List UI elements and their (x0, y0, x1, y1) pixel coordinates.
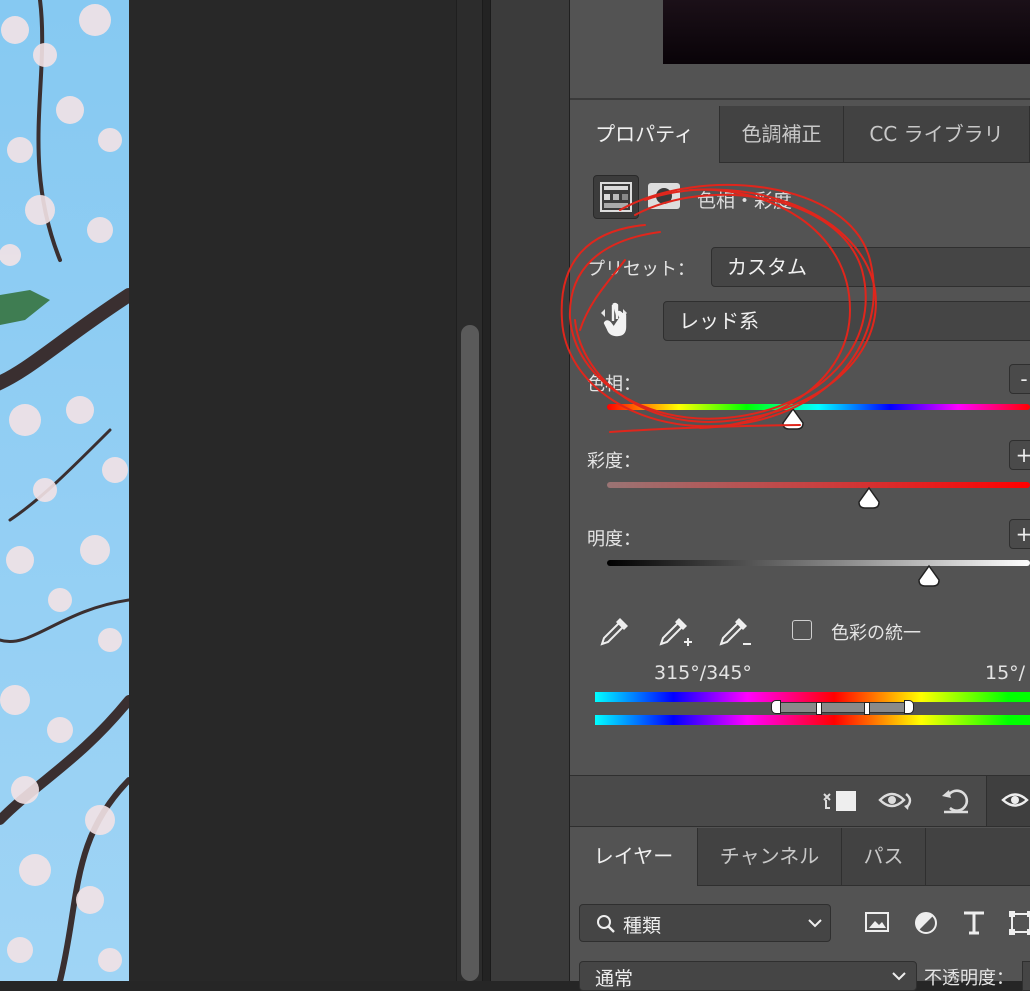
visibility-icon (1001, 793, 1029, 807)
collapsed-panel-dock (491, 0, 570, 981)
preset-label: プリセット： (587, 259, 695, 280)
color-preview-swatch (663, 0, 1030, 64)
pixel-layer-filter-icon[interactable] (865, 911, 891, 935)
eyedropper-subtract-icon[interactable] (717, 612, 757, 650)
range-left-handle[interactable] (816, 702, 822, 715)
clip-to-layer-icon[interactable] (820, 788, 858, 814)
preset-dropdown[interactable]: カスタム (711, 247, 1030, 287)
layer-mask-icon[interactable] (648, 183, 680, 209)
cherry-blossom-photo (0, 0, 129, 981)
hue-label: 色相： (587, 374, 641, 395)
hand-scrubby-icon (601, 302, 627, 337)
lightness-slider-track[interactable] (607, 560, 1030, 566)
eyedropper-add-icon[interactable] (657, 612, 697, 650)
color-range-bar-top (595, 692, 1030, 702)
saturation-slider-track[interactable] (607, 482, 1030, 488)
mask-icon (648, 183, 680, 209)
adjustment-layer-icon[interactable] (593, 175, 639, 219)
type-layer-filter-icon[interactable] (962, 910, 986, 936)
range-left-falloff-handle[interactable] (771, 700, 781, 714)
eyedropper-icon[interactable] (598, 612, 634, 648)
reset-icon[interactable] (940, 784, 972, 816)
color-range-selector[interactable] (778, 702, 908, 713)
saturation-label: 彩度： (587, 451, 641, 472)
adjustment-title: 色相・彩度 (697, 190, 793, 212)
range-right-handle[interactable] (864, 702, 870, 715)
lightness-slider-thumb[interactable] (917, 564, 941, 588)
chevron-down-icon (808, 919, 822, 928)
view-previous-state-icon[interactable] (878, 786, 918, 814)
blend-mode-label: 通常 (595, 968, 634, 990)
layer-filter-label: 種類 (623, 915, 662, 937)
vertical-scrollbar-thumb[interactable] (461, 325, 479, 981)
saturation-value-field[interactable]: + (1009, 440, 1030, 470)
layers-tab-bar: レイヤー チャンネル パス (570, 828, 1030, 886)
lightness-label: 明度： (587, 529, 641, 550)
targeted-adjustment-tool[interactable] (598, 300, 634, 340)
visibility-toggle[interactable] (986, 776, 1030, 826)
document-canvas-photo (0, 0, 129, 981)
search-icon (597, 915, 615, 933)
range-left-readout: 315°/345° (654, 662, 752, 684)
colorize-checkbox[interactable] (792, 620, 812, 640)
color-range-bar-bottom (595, 715, 1030, 725)
opacity-field[interactable] (1022, 961, 1030, 991)
panel-divider[interactable] (482, 0, 491, 981)
hue-slider-track[interactable] (607, 404, 1030, 410)
opacity-label: 不透明度： (924, 968, 1014, 989)
colorize-label: 色彩の統一 (831, 623, 921, 644)
tab-channels[interactable]: チャンネル (698, 828, 842, 886)
tab-paths[interactable]: パス (842, 828, 926, 886)
tab-layers[interactable]: レイヤー (570, 828, 698, 886)
properties-tab-bar: プロパティ 色調補正 CC ライブラリ (570, 106, 1030, 163)
range-right-falloff-handle[interactable] (904, 700, 914, 714)
lightness-value-field[interactable]: + (1009, 519, 1030, 549)
tab-cc-libraries[interactable]: CC ライブラリ (844, 106, 1030, 163)
layer-filter-dropdown[interactable]: 種類 (579, 904, 831, 942)
tab-properties[interactable]: プロパティ (570, 106, 720, 163)
adjustment-layer-filter-icon[interactable] (914, 911, 938, 935)
hue-saturation-icon (600, 182, 632, 212)
shape-layer-filter-icon[interactable] (1008, 910, 1030, 936)
hue-slider-thumb[interactable] (781, 407, 805, 431)
channel-dropdown[interactable]: レッド系 (663, 301, 1030, 341)
canvas-pasteboard (129, 0, 456, 981)
hue-value-field[interactable]: - (1009, 364, 1030, 394)
blend-mode-dropdown[interactable]: 通常 (579, 961, 917, 991)
saturation-slider-thumb[interactable] (857, 486, 881, 510)
tab-adjustments[interactable]: 色調補正 (720, 106, 844, 163)
range-right-readout: 15°/ (985, 662, 1026, 684)
